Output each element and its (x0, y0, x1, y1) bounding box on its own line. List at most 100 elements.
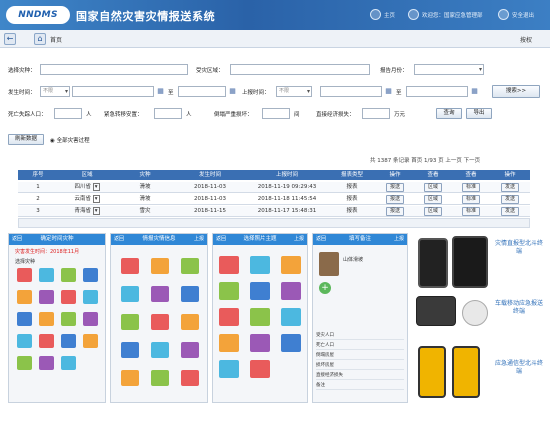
report-end-input[interactable] (406, 86, 468, 97)
type-tile[interactable] (61, 356, 76, 370)
info-tile[interactable] (181, 370, 199, 386)
table-row[interactable]: 2 云南省 ▾ 滑坡 2018-11-03 2018-11-18 11:45:5… (18, 194, 530, 205)
info-tile[interactable] (121, 342, 139, 358)
collapsed-input[interactable] (262, 108, 290, 119)
report-month-select[interactable] (414, 64, 484, 75)
info-tile[interactable] (121, 286, 139, 302)
topic-tile[interactable] (250, 282, 270, 300)
info-tile[interactable] (121, 314, 139, 330)
back-button[interactable]: 返回 (216, 234, 226, 245)
relocated-input[interactable] (154, 108, 182, 119)
type-tile[interactable] (39, 290, 54, 304)
info-tile[interactable] (181, 286, 199, 302)
info-tile[interactable] (121, 370, 139, 386)
deaths-input[interactable] (54, 108, 82, 119)
type-tile[interactable] (39, 268, 54, 282)
disaster-area-input[interactable] (230, 64, 370, 75)
report-start-input[interactable] (320, 86, 382, 97)
topic-tile[interactable] (219, 308, 239, 326)
topic-tile[interactable] (219, 334, 239, 352)
type-tile[interactable] (39, 356, 54, 370)
add-photo-icon[interactable]: + (319, 282, 331, 294)
topic-tile[interactable] (281, 334, 301, 352)
back-arrow-icon[interactable]: ← (4, 33, 16, 45)
submit-button[interactable]: 报送 (385, 183, 404, 192)
type-tile[interactable] (83, 312, 98, 326)
topic-tile[interactable] (250, 256, 270, 274)
submit-button[interactable]: 报送 (385, 195, 404, 204)
info-tile[interactable] (181, 258, 199, 274)
topic-tile[interactable] (250, 334, 270, 352)
form-row[interactable]: 倒塌房屋 (316, 352, 404, 360)
disaster-type-input[interactable] (40, 64, 188, 75)
type-tile[interactable] (17, 356, 32, 370)
info-tile[interactable] (151, 314, 169, 330)
view-area-button[interactable]: 区域 (423, 195, 442, 204)
type-tile[interactable] (83, 268, 98, 282)
type-tile[interactable] (17, 268, 32, 282)
send-button[interactable]: 发送 (500, 183, 519, 192)
report-button[interactable]: 上报 (194, 234, 204, 245)
query-button[interactable]: 查询 (436, 108, 462, 119)
calendar-icon[interactable]: ▦ (384, 87, 393, 96)
topic-tile[interactable] (281, 282, 301, 300)
back-button[interactable]: 返回 (316, 234, 326, 245)
report-button[interactable]: 上报 (294, 234, 304, 245)
info-tile[interactable] (121, 258, 139, 274)
send-button[interactable]: 发送 (500, 207, 519, 216)
view-area-button[interactable]: 区域 (423, 183, 442, 192)
photo-thumbnail[interactable] (319, 252, 339, 276)
occur-start-input[interactable] (72, 86, 154, 97)
form-row[interactable]: 备注 (316, 382, 404, 390)
form-row[interactable]: 受灾人口 (316, 332, 404, 340)
form-row[interactable]: 损坏房屋 (316, 362, 404, 370)
report-button[interactable]: 上报 (394, 234, 404, 245)
dropdown-icon[interactable]: ▾ (92, 183, 100, 191)
view-standard-button[interactable]: 标准 (461, 195, 480, 204)
type-tile[interactable] (39, 334, 54, 348)
type-tile[interactable] (61, 312, 76, 326)
calendar-icon[interactable]: ▦ (470, 87, 479, 96)
topic-tile[interactable] (219, 256, 239, 274)
topic-tile[interactable] (281, 256, 301, 274)
form-row[interactable]: 直接经济损失 (316, 372, 404, 380)
search-button[interactable]: 搜索>> (492, 85, 540, 98)
info-tile[interactable] (181, 342, 199, 358)
calendar-icon[interactable]: ▦ (228, 87, 237, 96)
info-tile[interactable] (181, 314, 199, 330)
info-tile[interactable] (151, 370, 169, 386)
form-row[interactable]: 死亡人口 (316, 342, 404, 350)
topic-tile[interactable] (219, 360, 239, 378)
type-tile[interactable] (61, 334, 76, 348)
type-tile[interactable] (61, 290, 76, 304)
topic-tile[interactable] (281, 308, 301, 326)
home-button-icon[interactable]: ⌂ (34, 33, 46, 45)
topic-tile[interactable] (250, 308, 270, 326)
topic-tile[interactable] (250, 360, 270, 378)
info-tile[interactable] (151, 258, 169, 274)
export-button[interactable]: 导出 (466, 108, 492, 119)
refresh-button[interactable]: 刷新数据 (8, 134, 44, 145)
dropdown-icon[interactable]: ▾ (92, 195, 100, 203)
type-tile[interactable] (17, 312, 32, 326)
send-button[interactable]: 发送 (500, 195, 519, 204)
submit-button[interactable]: 报送 (385, 207, 404, 216)
table-row[interactable]: 3 青海省 ▾ 雪灾 2018-11-15 2018-11-17 15:48:3… (18, 206, 530, 217)
all-process-radio[interactable]: ◉ 全部灾害过程 (50, 136, 90, 144)
view-standard-button[interactable]: 标准 (461, 183, 480, 192)
topic-tile[interactable] (219, 282, 239, 300)
occur-end-input[interactable] (178, 86, 226, 97)
report-time-select[interactable]: 不限 (276, 86, 312, 97)
type-tile[interactable] (61, 268, 76, 282)
type-tile[interactable] (83, 290, 98, 304)
direct-loss-input[interactable] (362, 108, 390, 119)
back-button[interactable]: 返回 (12, 234, 22, 245)
horizontal-scrollbar[interactable] (18, 218, 530, 228)
view-standard-button[interactable]: 标准 (461, 207, 480, 216)
view-area-button[interactable]: 区域 (423, 207, 442, 216)
type-tile[interactable] (17, 290, 32, 304)
back-button[interactable]: 返回 (114, 234, 124, 245)
calendar-icon[interactable]: ▦ (156, 87, 165, 96)
table-row[interactable]: 1 四川省 ▾ 滑坡 2018-11-03 2018-11-19 09:29:4… (18, 182, 530, 193)
pagination[interactable]: 共 1387 条记录 首页 1/93 页 上一页 下一页 (370, 156, 480, 164)
